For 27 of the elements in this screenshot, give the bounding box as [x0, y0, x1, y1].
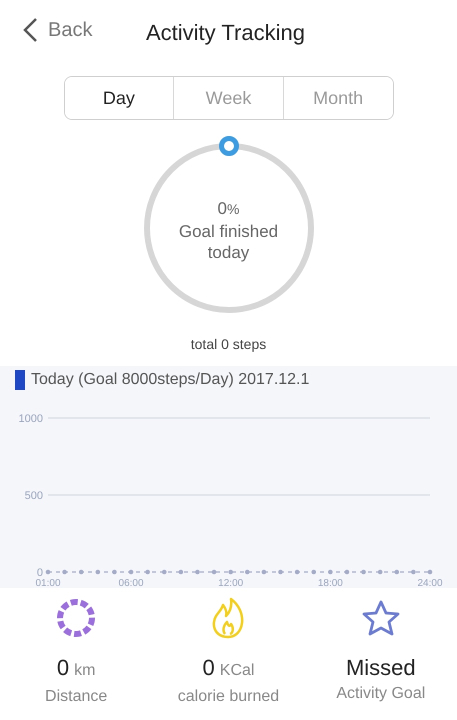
- goal-caption: Goal finished today: [178, 221, 280, 263]
- goal-percent: 0%: [218, 198, 240, 220]
- flame-icon: [211, 597, 246, 639]
- dashed-ring-icon: [56, 598, 96, 638]
- period-tab[interactable]: Month: [282, 77, 392, 119]
- legend-marker: [15, 370, 25, 390]
- stat-value: 0 KCal: [202, 654, 254, 682]
- y-axis-label: 500: [24, 490, 43, 502]
- stat-label: calorie burned: [178, 687, 280, 707]
- star-icon: [360, 599, 401, 637]
- page-title: Activity Tracking: [146, 19, 305, 47]
- x-axis-label: 18:00: [318, 578, 343, 588]
- back-button[interactable]: Back: [0, 15, 92, 45]
- y-axis-label: 1000: [18, 413, 43, 425]
- stat-label: Distance: [45, 687, 108, 707]
- stat-value: 0 km: [56, 654, 96, 682]
- x-axis-label: 01:00: [35, 578, 61, 588]
- chart-title: Today (Goal 8000steps/Day) 2017.12.1: [31, 370, 310, 390]
- back-chevron-icon: [22, 17, 38, 43]
- total-steps: total 0 steps: [0, 334, 457, 354]
- stat-value: Missed: [346, 654, 416, 682]
- x-axis-label: 12:00: [218, 578, 244, 588]
- x-axis-label: 06:00: [118, 578, 144, 588]
- stat-label: Activity Goal: [336, 684, 426, 704]
- y-axis-label: 0: [36, 567, 43, 579]
- x-axis-label: 24:00: [417, 578, 443, 588]
- progress-knob: [218, 136, 238, 156]
